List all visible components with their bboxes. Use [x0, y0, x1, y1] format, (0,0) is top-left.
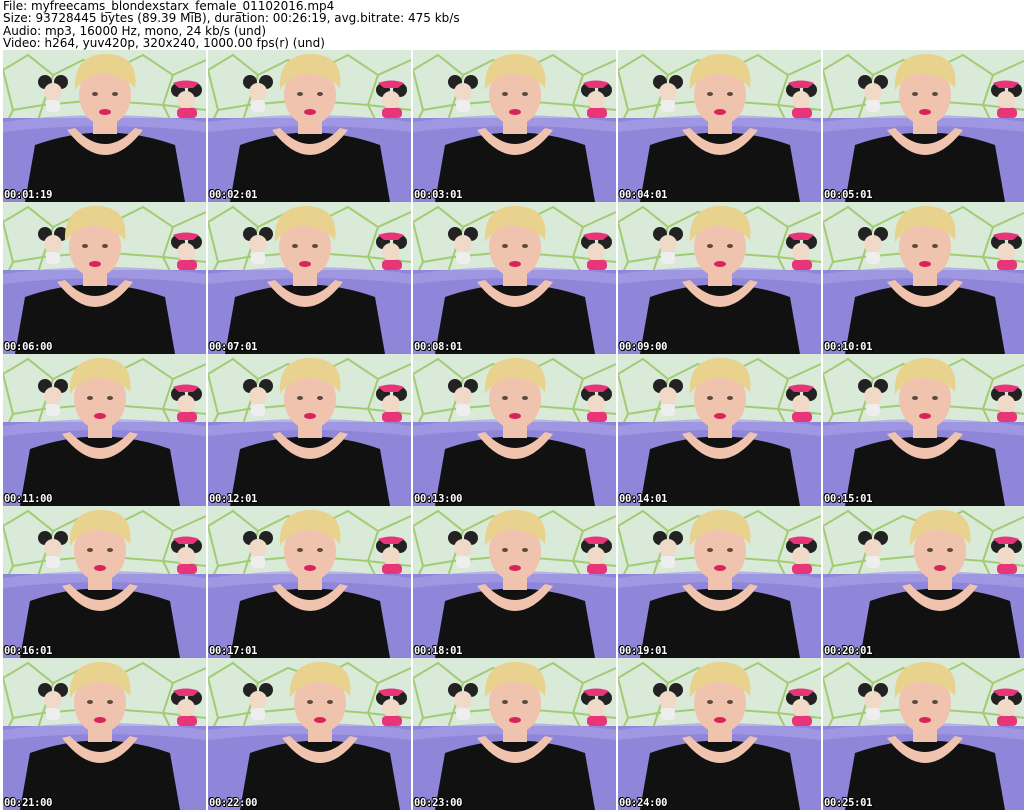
thumbnail-timestamp: 00:04:01: [619, 189, 668, 201]
thumbnail-timestamp: 00:14:01: [619, 493, 668, 505]
video-thumbnail[interactable]: 00:01:19: [3, 50, 206, 202]
video-thumbnail[interactable]: 00:09:00: [618, 202, 821, 354]
thumbnail-timestamp: 00:19:01: [619, 645, 668, 657]
frame-image: [618, 658, 821, 810]
thumbnail-timestamp: 00:08:01: [414, 341, 463, 353]
thumbnail-timestamp: 00:21:00: [4, 797, 53, 809]
video-thumbnail[interactable]: 00:08:01: [413, 202, 616, 354]
frame-image: [618, 354, 821, 506]
file-info-header: File: myfreecams_blondexstarx_female_011…: [3, 0, 1021, 50]
frame-image: [413, 354, 616, 506]
frame-image: [208, 354, 411, 506]
frame-image: [823, 506, 1024, 658]
thumbnail-timestamp: 00:18:01: [414, 645, 463, 657]
thumbnail-timestamp: 00:22:00: [209, 797, 258, 809]
thumbnail-timestamp: 00:03:01: [414, 189, 463, 201]
thumbnail-timestamp: 00:12:01: [209, 493, 258, 505]
video-thumbnail[interactable]: 00:18:01: [413, 506, 616, 658]
video-thumbnail[interactable]: 00:12:01: [208, 354, 411, 506]
thumbnail-timestamp: 00:06:00: [4, 341, 53, 353]
video-thumbnail[interactable]: 00:20:01: [823, 506, 1024, 658]
video-thumbnail[interactable]: 00:03:01: [413, 50, 616, 202]
thumbnail-timestamp: 00:01:19: [4, 189, 53, 201]
frame-image: [208, 658, 411, 810]
thumbnail-timestamp: 00:16:01: [4, 645, 53, 657]
video-thumbnail[interactable]: 00:22:00: [208, 658, 411, 810]
video-thumbnail[interactable]: 00:15:01: [823, 354, 1024, 506]
video-thumbnail[interactable]: 00:02:01: [208, 50, 411, 202]
video-thumbnail[interactable]: 00:25:01: [823, 658, 1024, 810]
frame-image: [413, 658, 616, 810]
frame-image: [208, 506, 411, 658]
video-thumbnail[interactable]: 00:10:01: [823, 202, 1024, 354]
thumbnail-timestamp: 00:05:01: [824, 189, 873, 201]
video-thumbnail[interactable]: 00:06:00: [3, 202, 206, 354]
frame-image: [208, 50, 411, 202]
video-thumbnail[interactable]: 00:23:00: [413, 658, 616, 810]
video-thumbnail[interactable]: 00:11:00: [3, 354, 206, 506]
thumbnail-grid: 00:01:19 00:02:01 00:03:01 00:04:01 00:0…: [3, 50, 1024, 810]
thumbnail-timestamp: 00:24:00: [619, 797, 668, 809]
video-thumbnail[interactable]: 00:05:01: [823, 50, 1024, 202]
video-thumbnail[interactable]: 00:24:00: [618, 658, 821, 810]
frame-image: [618, 50, 821, 202]
frame-image: [3, 658, 206, 810]
video-thumbnail[interactable]: 00:14:01: [618, 354, 821, 506]
thumbnail-timestamp: 00:15:01: [824, 493, 873, 505]
frame-image: [618, 202, 821, 354]
thumbnail-timestamp: 00:23:00: [414, 797, 463, 809]
file-size-line: Size: 93728445 bytes (89.39 MiB), durati…: [3, 11, 460, 26]
frame-image: [3, 506, 206, 658]
video-thumbnail[interactable]: 00:13:00: [413, 354, 616, 506]
frame-image: [823, 354, 1024, 506]
frame-image: [3, 202, 206, 354]
thumbnail-timestamp: 00:11:00: [4, 493, 53, 505]
frame-image: [823, 50, 1024, 202]
video-thumbnail[interactable]: 00:19:01: [618, 506, 821, 658]
frame-image: [3, 50, 206, 202]
thumbnail-timestamp: 00:20:01: [824, 645, 873, 657]
thumbnail-timestamp: 00:09:00: [619, 341, 668, 353]
video-thumbnail[interactable]: 00:21:00: [3, 658, 206, 810]
frame-image: [823, 658, 1024, 810]
thumbnail-timestamp: 00:10:01: [824, 341, 873, 353]
frame-image: [618, 506, 821, 658]
video-thumbnail[interactable]: 00:07:01: [208, 202, 411, 354]
thumbnail-timestamp: 00:17:01: [209, 645, 258, 657]
frame-image: [413, 50, 616, 202]
frame-image: [3, 354, 206, 506]
thumbnail-timestamp: 00:07:01: [209, 341, 258, 353]
video-thumbnail[interactable]: 00:17:01: [208, 506, 411, 658]
thumbnail-timestamp: 00:02:01: [209, 189, 258, 201]
video-info-line: Video: h264, yuv420p, 320x240, 1000.00 f…: [3, 36, 325, 51]
thumbnail-timestamp: 00:25:01: [824, 797, 873, 809]
frame-image: [413, 202, 616, 354]
frame-image: [413, 506, 616, 658]
frame-image: [208, 202, 411, 354]
frame-image: [823, 202, 1024, 354]
video-thumbnail[interactable]: 00:16:01: [3, 506, 206, 658]
video-thumbnail[interactable]: 00:04:01: [618, 50, 821, 202]
thumbnail-timestamp: 00:13:00: [414, 493, 463, 505]
